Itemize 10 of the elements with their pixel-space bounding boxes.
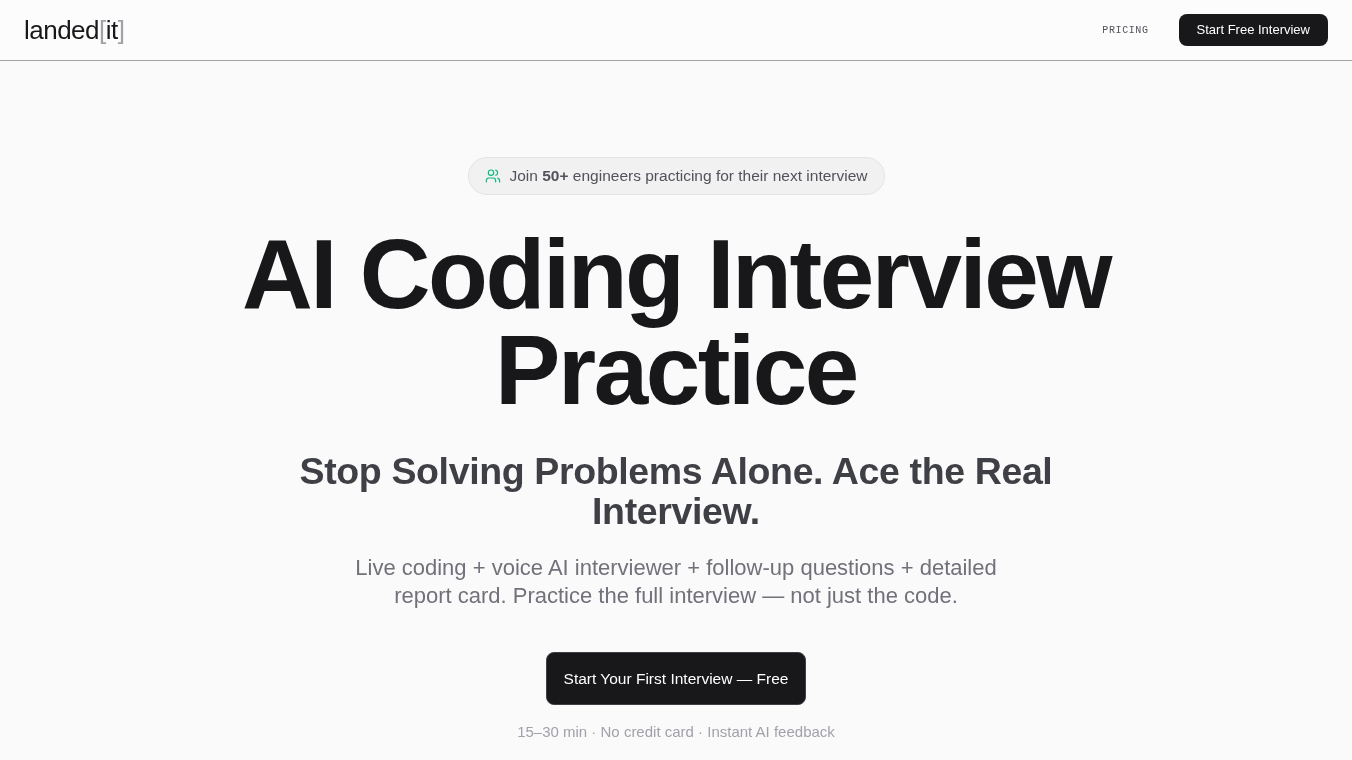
hero-subtitle: Stop Solving Problems Alone. Ace the Real Interview. (298, 451, 1054, 531)
people-icon (484, 168, 501, 184)
hero-title: AI Coding Interview Practice (240, 226, 1112, 418)
start-free-interview-button[interactable]: Start Free Interview (1178, 14, 1328, 46)
cta-note: 15–30 min · No credit card · Instant AI feedback (517, 722, 835, 742)
start-first-interview-button[interactable]: Start Your First Interview — Free (545, 652, 807, 705)
pricing-link[interactable]: PRICING (1102, 22, 1149, 38)
badge-text: Join 50+ engineers practicing for their next interview (509, 166, 868, 187)
hero-description: Live coding + voice AI interviewer + follow-up questions + detailed report card. Practice the full interview — not just the code. (354, 554, 998, 610)
logo[interactable]: landed[it] (24, 17, 125, 43)
